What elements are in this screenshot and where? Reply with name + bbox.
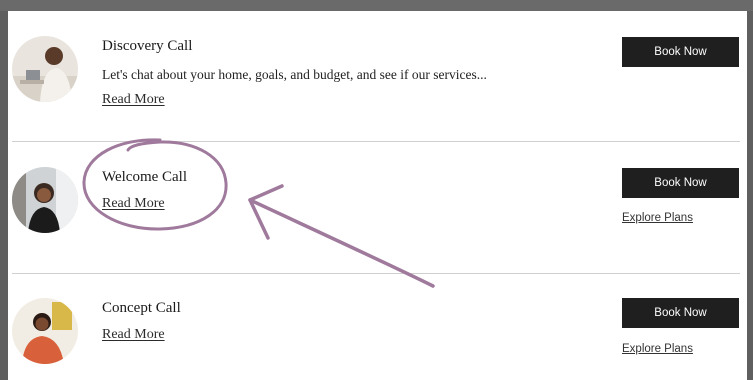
read-more-link-concept[interactable]: Read More [102,327,165,343]
concept-call-avatar [12,298,78,364]
row-divider [12,141,740,142]
service-title-discovery: Discovery Call [102,38,193,54]
explore-plans-link-concept[interactable]: Explore Plans [622,343,693,355]
service-description-discovery: Let's chat about your home, goals, and b… [102,67,487,82]
service-title-welcome: Welcome Call [102,169,188,185]
read-more-link-discovery[interactable]: Read More [102,92,165,108]
discovery-call-avatar [12,36,78,102]
book-now-button-welcome[interactable]: Book Now [622,168,739,198]
services-list-panel: Discovery Call Let's chat about your hom… [8,11,747,380]
service-title-concept: Concept Call [102,300,181,316]
row-divider [12,273,740,274]
explore-plans-link-welcome[interactable]: Explore Plans [622,212,693,224]
book-now-button-discovery[interactable]: Book Now [622,37,739,67]
read-more-link-welcome[interactable]: Read More [102,196,165,212]
book-now-button-concept[interactable]: Book Now [622,298,739,328]
welcome-call-avatar [12,167,78,233]
window-top-strip [0,0,753,11]
